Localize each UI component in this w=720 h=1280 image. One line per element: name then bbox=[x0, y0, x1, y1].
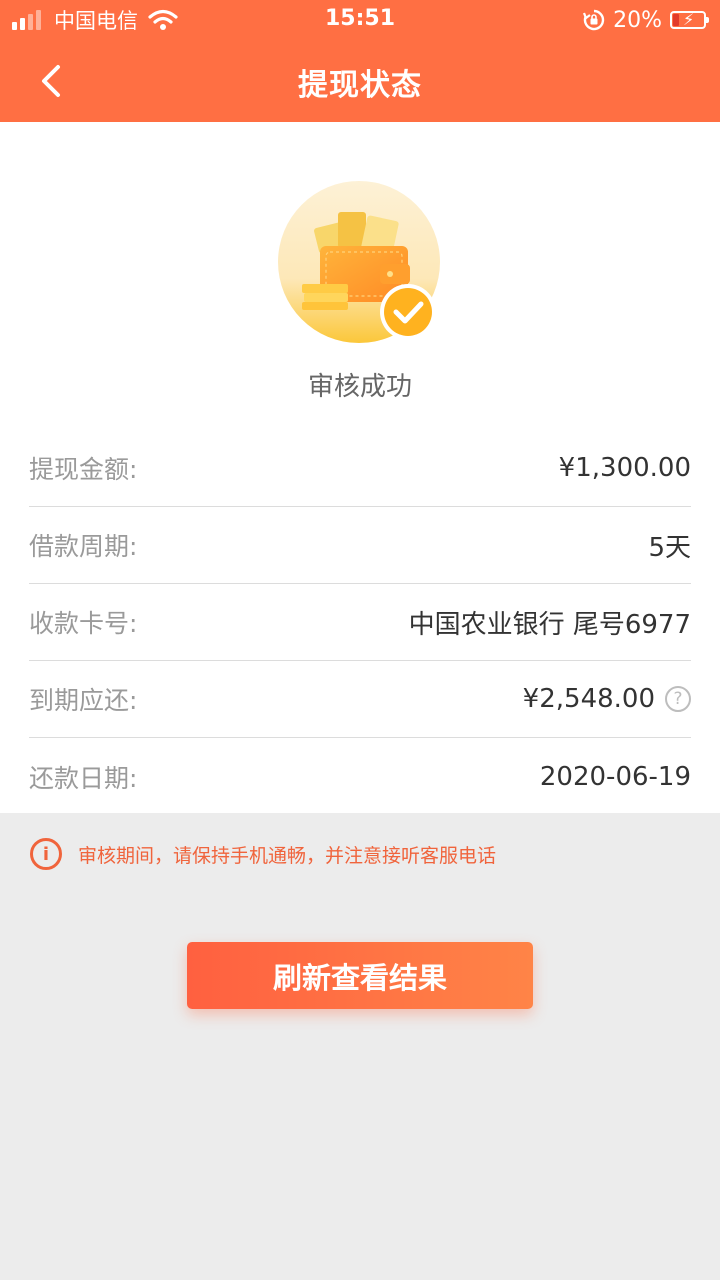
refresh-result-button[interactable]: 刷新查看结果 bbox=[187, 942, 533, 1009]
row-label: 借款周期: bbox=[29, 532, 138, 561]
charging-bolt-icon: ⚡ bbox=[683, 10, 695, 29]
info-circle-icon: i bbox=[30, 838, 62, 870]
rotation-lock-icon bbox=[583, 9, 605, 31]
detail-row-amount: 提现金额: ¥1,300.00 bbox=[29, 430, 691, 507]
row-value: ¥1,300.00 bbox=[558, 453, 691, 483]
row-value: 5天 bbox=[648, 532, 691, 563]
battery-fill bbox=[673, 14, 679, 26]
notice-bar: i 审核期间，请保持手机通畅，并注意接听客服电话 bbox=[30, 838, 496, 870]
app-header: 中国电信 15:51 20% ⚡ 提现状态 bbox=[0, 0, 720, 122]
status-card: 审核成功 提现金额: ¥1,300.00 借款周期: 5天 收款卡号: 中国农业… bbox=[0, 122, 720, 813]
battery-icon: ⚡ bbox=[670, 10, 709, 29]
status-text: 审核成功 bbox=[307, 372, 412, 402]
row-value: 中国农业银行 尾号6977 bbox=[408, 609, 691, 640]
detail-row-due-amount: 到期应还: ¥2,548.00 ? bbox=[29, 661, 691, 738]
row-label: 还款日期: bbox=[29, 763, 138, 793]
battery-percent: 20% bbox=[613, 7, 662, 33]
row-value: ¥2,548.00 bbox=[522, 684, 655, 714]
detail-list: 提现金额: ¥1,300.00 借款周期: 5天 收款卡号: 中国农业银行 尾号… bbox=[29, 430, 691, 815]
row-label: 到期应还: bbox=[29, 686, 138, 715]
nav-bar: 提现状态 bbox=[0, 40, 720, 122]
status-bar: 中国电信 15:51 20% ⚡ bbox=[0, 0, 720, 40]
wallet-success-illustration bbox=[278, 181, 440, 343]
row-label: 提现金额: bbox=[29, 455, 138, 484]
detail-row-period: 借款周期: 5天 bbox=[29, 507, 691, 584]
detail-row-card: 收款卡号: 中国农业银行 尾号6977 bbox=[29, 584, 691, 661]
row-value-wrap: ¥2,548.00 ? bbox=[523, 684, 691, 714]
status-right: 20% ⚡ bbox=[583, 6, 709, 34]
row-label: 收款卡号: bbox=[29, 609, 138, 638]
notice-text: 审核期间，请保持手机通畅，并注意接听客服电话 bbox=[78, 844, 497, 867]
question-circle-icon[interactable]: ? bbox=[665, 686, 691, 712]
page-title: 提现状态 bbox=[298, 68, 422, 103]
row-value: 2020-06-19 bbox=[539, 761, 691, 792]
detail-row-due-date: 还款日期: 2020-06-19 bbox=[29, 738, 691, 815]
